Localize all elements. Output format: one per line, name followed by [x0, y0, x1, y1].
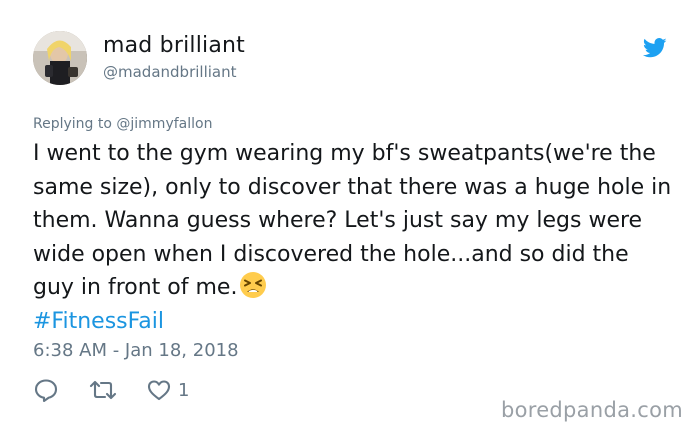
retweet-button[interactable] — [88, 376, 118, 404]
reply-button[interactable] — [33, 376, 59, 404]
avatar[interactable] — [33, 31, 87, 85]
tweet-text: I went to the gym wearing my bf's sweatp… — [33, 137, 673, 338]
tweet-timestamp[interactable]: 6:38 AM - Jan 18, 2018 — [33, 340, 239, 361]
tired-face-emoji — [239, 271, 267, 299]
tweet-card: mad brilliant @madandbrilliant Replying … — [0, 0, 700, 434]
user-handle[interactable]: @madandbrilliant — [103, 63, 236, 81]
hashtag-link[interactable]: #FitnessFail — [33, 309, 164, 334]
tweet-body: I went to the gym wearing my bf's sweatp… — [33, 141, 672, 300]
like-button[interactable]: 1 — [146, 376, 189, 404]
replying-to-label: Replying to — [33, 116, 112, 132]
reply-mention-link[interactable]: @jimmyfallon — [116, 116, 212, 132]
watermark: boredpanda.com — [500, 398, 683, 422]
display-name[interactable]: mad brilliant — [103, 33, 245, 58]
avatar-photo — [33, 31, 87, 85]
twitter-bird-icon[interactable] — [642, 38, 667, 58]
replying-to-line: Replying to @jimmyfallon — [33, 116, 212, 132]
retweet-icon — [89, 380, 117, 400]
like-count: 1 — [178, 379, 190, 401]
heart-icon — [147, 380, 171, 401]
speech-bubble-icon — [34, 379, 58, 403]
